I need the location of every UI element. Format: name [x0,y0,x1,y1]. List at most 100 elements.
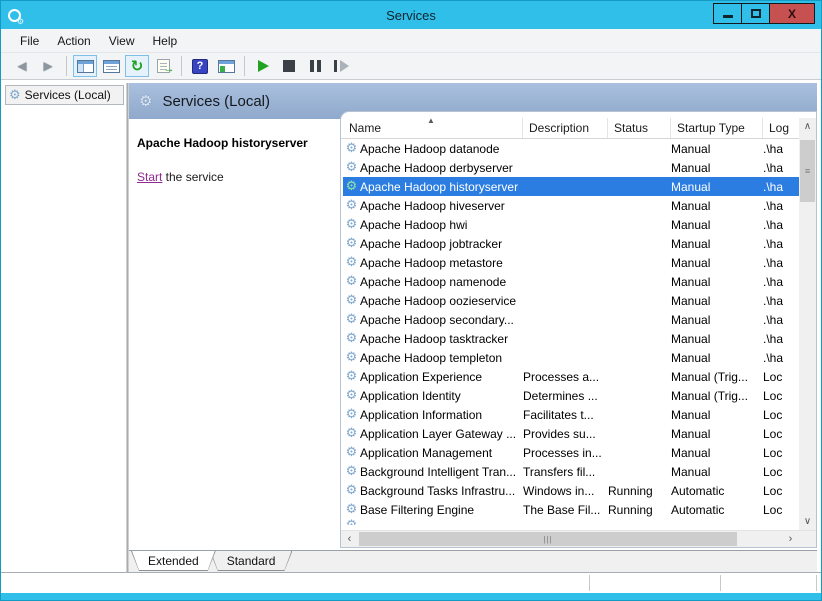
tab-standard[interactable]: Standard [210,551,293,571]
menu-help[interactable]: Help [144,31,187,51]
tab-extended[interactable]: Extended [131,551,216,571]
service-gear-icon: ⚙ [343,484,360,497]
service-name-cell: ⚙Apache Hadoop tasktracker [343,332,523,346]
help-icon[interactable]: ? [188,55,212,77]
statusbar [1,572,821,593]
service-row[interactable]: ⚙Application InformationFacilitates t...… [343,405,799,424]
service-name-cell: ⚙Application Layer Gateway ... [343,427,523,441]
restart-service-icon[interactable] [329,55,353,77]
menu-view[interactable]: View [100,31,144,51]
maximize-button[interactable] [741,3,770,24]
service-log_on_as-cell: Loc [763,389,799,403]
refresh-icon[interactable]: ↻ [125,55,149,77]
service-name-text: Application Identity [360,389,461,403]
service-row[interactable]: ⚙Background Intelligent Tran...Transfers… [343,462,799,481]
show-console-tree-icon[interactable] [73,55,97,77]
service-description-cell: Provides su... [523,427,608,441]
service-startup_type-cell: Manual [671,275,763,289]
service-row[interactable]: ⚙Application ManagementProcesses in...Ma… [343,443,799,462]
service-name-text: Apache Hadoop hiveserver [360,199,505,213]
horizontal-scroll-row: ‹ ||| › [341,530,816,547]
service-row[interactable]: ⚙Apache Hadoop secondary...Manual.\ha [343,310,799,329]
service-row[interactable]: ⚙Background Tasks Infrastru...Windows in… [343,481,799,500]
scroll-down-arrow[interactable]: ∨ [799,513,816,530]
window-controls: X [714,3,815,24]
stop-service-icon[interactable] [277,55,301,77]
menu-file[interactable]: File [11,31,48,51]
scroll-left-arrow[interactable]: ‹ [341,531,358,547]
service-name-cell: ⚙Application Information [343,408,523,422]
service-description-cell: Processes a... [523,370,608,384]
service-name-text: Background Intelligent Tran... [360,465,516,479]
window-chrome: FileActionViewHelp ◄► ↻? [1,29,821,80]
service-row[interactable]: ⚙Base Filtering EngineThe Base Fil...Run… [343,500,799,519]
service-name-cell: ⚙Application Experience [343,370,523,384]
service-name-cell: ⚙Apache Hadoop templeton [343,351,523,365]
service-gear-icon: ⚙ [343,427,360,440]
export-list-icon[interactable] [151,55,175,77]
pause-service-icon[interactable] [303,55,327,77]
service-row[interactable]: ⚙Apache Hadoop derbyserverManual.\ha [343,158,799,177]
list-rows: ⚙Apache Hadoop datanodeManual.\ha⚙Apache… [341,139,799,530]
statusbar-divider [816,575,817,591]
service-row[interactable]: ⚙Apache Hadoop templetonManual.\ha [343,348,799,367]
service-log_on_as-cell: .\ha [763,237,799,251]
service-name-cell: ⚙Background Intelligent Tran... [343,465,523,479]
service-row[interactable]: ⚙Apache Hadoop historyserverManual.\ha [343,177,799,196]
minimize-button[interactable] [713,3,742,24]
service-row[interactable]: ⚙Application Layer Gateway ...Provides s… [343,424,799,443]
service-row[interactable]: ⚙Apache Hadoop namenodeManual.\ha [343,272,799,291]
help-glyph: ? [192,59,208,74]
service-gear-icon: ⚙ [343,519,360,525]
start-service-link[interactable]: Start [137,170,162,184]
service-log_on_as-cell: .\ha [763,351,799,365]
forward-icon[interactable]: ► [36,55,60,77]
service-name-text: Apache Hadoop templeton [360,351,502,365]
tree-item-services-local[interactable]: ⚙ Services (Local) [5,85,124,105]
column-header-startup-type[interactable]: Startup Type [671,118,763,138]
service-status-cell: Running [608,484,671,498]
start-service-icon[interactable] [251,55,275,77]
scroll-right-arrow[interactable]: › [782,531,799,547]
service-row[interactable]: ⚙Apache Hadoop hiveserverManual.\ha [343,196,799,215]
service-row[interactable]: ⚙Application ExperienceProcesses a...Man… [343,367,799,386]
service-name-text: Apache Hadoop derbyserver [360,161,513,175]
menu-action[interactable]: Action [48,31,99,51]
service-name-text: Background Tasks Infrastru... [360,484,515,498]
horizontal-scroll-thumb[interactable]: ||| [359,532,737,546]
service-row[interactable]: ⚙Apache Hadoop hwiManual.\ha [343,215,799,234]
show-action-pane-icon[interactable] [214,55,238,77]
service-name-text: Apache Hadoop oozieservice [360,294,516,308]
service-log_on_as-cell: .\ha [763,294,799,308]
service-row[interactable]: ⚙Application IdentityDetermines ...Manua… [343,386,799,405]
vertical-scrollbar[interactable]: ∧ ≡ ∨ [799,118,816,530]
service-description-cell: Facilitates t... [523,408,608,422]
column-header-status[interactable]: Status [608,118,671,138]
service-name-cell: ⚙Apache Hadoop datanode [343,142,523,156]
vertical-scroll-thumb[interactable]: ≡ [800,140,815,202]
statusbar-divider [720,575,721,591]
services-gear-icon: ⚙ [9,89,21,102]
back-icon[interactable]: ◄ [10,55,34,77]
column-header-log[interactable]: Log [763,118,799,138]
service-log_on_as-cell: .\ha [763,180,799,194]
service-startup_type-cell: Manual [671,465,763,479]
scroll-up-arrow[interactable]: ∧ [799,118,816,135]
service-startup_type-cell: Manual [671,446,763,460]
close-button[interactable]: X [769,3,815,24]
services-gear-icon: ⚙ [139,94,152,109]
service-name-text: Application Management [360,446,492,460]
service-description-cell: The Base Fil... [523,503,608,517]
horizontal-scrollbar[interactable]: ‹ ||| › [341,531,799,547]
service-row[interactable]: ⚙Apache Hadoop jobtrackerManual.\ha [343,234,799,253]
service-name-text: Apache Hadoop metastore [360,256,503,270]
column-header-name[interactable]: Name▲ [343,118,523,138]
service-row[interactable]: ⚙Apache Hadoop tasktrackerManual.\ha [343,329,799,348]
service-row[interactable]: ⚙Apache Hadoop datanodeManual.\ha [343,139,799,158]
properties-glyph [103,60,120,73]
properties-icon[interactable] [99,55,123,77]
service-row[interactable]: ⚙Apache Hadoop oozieserviceManual.\ha [343,291,799,310]
service-row[interactable]: ⚙Apache Hadoop metastoreManual.\ha [343,253,799,272]
service-gear-icon: ⚙ [343,370,360,383]
column-header-description[interactable]: Description [523,118,608,138]
